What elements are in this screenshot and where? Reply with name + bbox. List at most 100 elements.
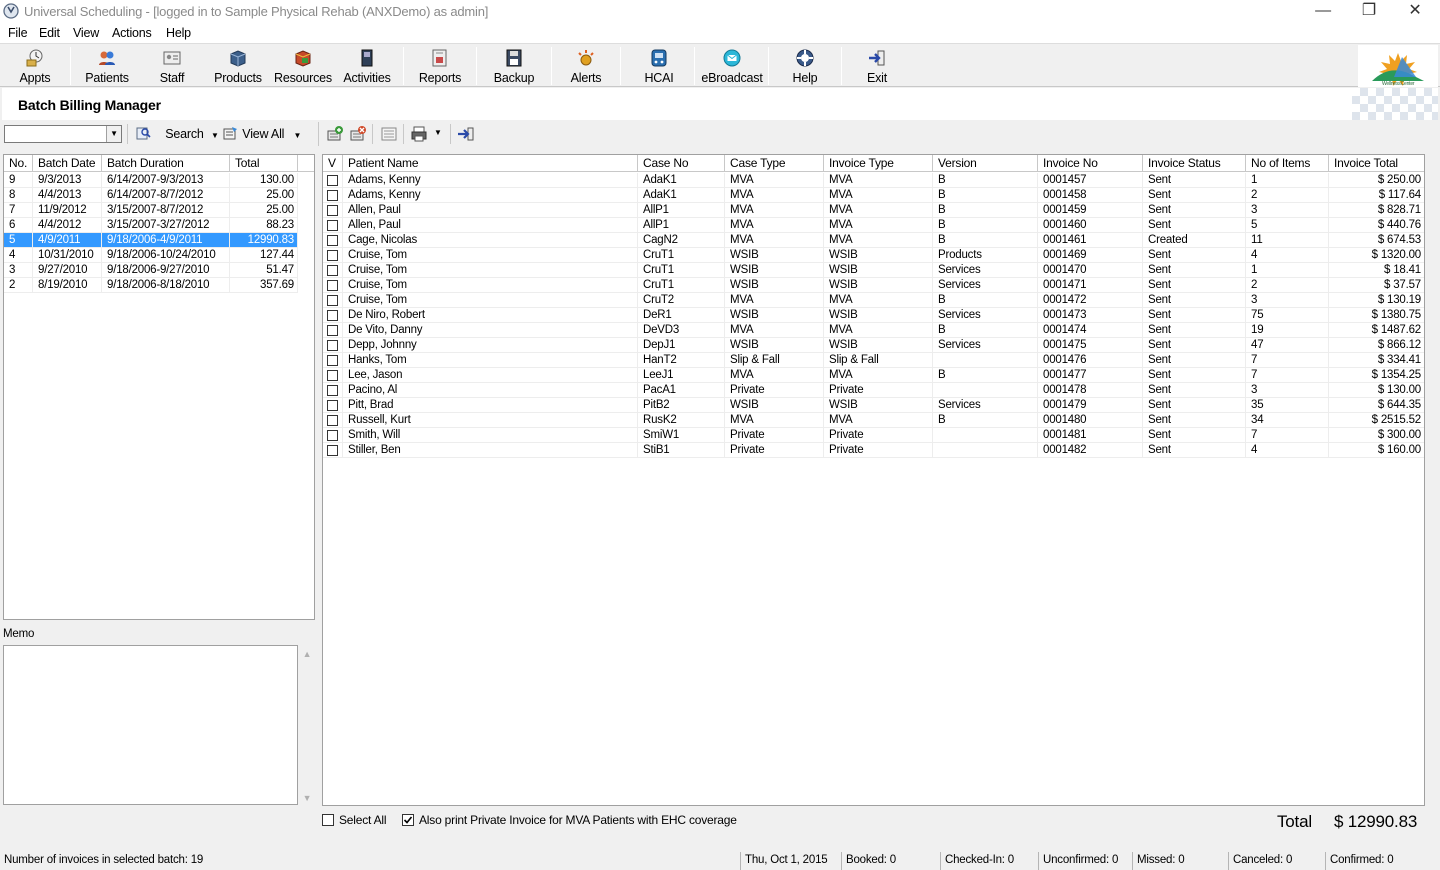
batch-row[interactable]: 84/4/20136/14/2007-8/7/201225.00 — [4, 188, 298, 203]
invoice-row[interactable]: Stiller, BenStiB1PrivatePrivate0001482Se… — [323, 443, 1425, 458]
row-checkbox[interactable] — [327, 370, 338, 381]
scroll-up-icon[interactable]: ▲ — [299, 649, 315, 659]
restore-button[interactable]: ❐ — [1346, 0, 1392, 24]
menu-actions[interactable]: Actions — [112, 26, 152, 40]
invoice-row[interactable]: Cruise, TomCruT1WSIBWSIBServices0001470S… — [323, 263, 1425, 278]
invoice-row[interactable]: Pitt, BradPitB2WSIBWSIBServices0001479Se… — [323, 398, 1425, 413]
alerts-button[interactable]: Alerts — [558, 46, 614, 86]
invoice-row[interactable]: Russell, KurtRusK2MVAMVAB0001480Sent34$ … — [323, 413, 1425, 428]
row-checkbox[interactable] — [327, 340, 338, 351]
column-header-batch-duration[interactable]: Batch Duration — [102, 155, 230, 172]
invoice-row[interactable]: Adams, KennyAdaK1MVAMVAB0001458Sent2$ 11… — [323, 188, 1425, 203]
select-all-box[interactable] — [322, 814, 334, 826]
print-button[interactable]: ▼ — [410, 125, 446, 143]
invoice-row[interactable]: Cruise, TomCruT2MVAMVAB0001472Sent3$ 130… — [323, 293, 1425, 308]
view-all-button[interactable]: View All ▼ — [223, 124, 301, 144]
batch-row[interactable]: 410/31/20109/18/2006-10/24/2010127.44 — [4, 248, 298, 263]
batch-add-icon[interactable] — [326, 125, 344, 143]
invoice-row[interactable]: De Vito, DannyDeVD3MVAMVAB0001474Sent19$… — [323, 323, 1425, 338]
row-checkbox[interactable] — [327, 325, 338, 336]
invoice-row[interactable]: Lee, JasonLeeJ1MVAMVAB0001477Sent7$ 1354… — [323, 368, 1425, 383]
row-checkbox[interactable] — [327, 355, 338, 366]
batch-cell: 6 — [4, 218, 33, 233]
column-header-invoice-status[interactable]: Invoice Status — [1143, 155, 1246, 172]
also-print-checkbox[interactable]: Also print Private Invoice for MVA Patie… — [402, 813, 737, 827]
row-checkbox[interactable] — [327, 415, 338, 426]
column-header-v[interactable]: V — [323, 155, 343, 172]
row-checkbox[interactable] — [327, 235, 338, 246]
row-checkbox[interactable] — [327, 250, 338, 261]
invoice-row[interactable]: Smith, WillSmiW1PrivatePrivate0001481Sen… — [323, 428, 1425, 443]
menu-view[interactable]: View — [73, 26, 99, 40]
exit-button[interactable]: Exit — [848, 46, 906, 86]
column-header-version[interactable]: Version — [933, 155, 1038, 172]
search-button[interactable]: Search ▼ — [136, 124, 219, 144]
column-header-no-of-items[interactable]: No of Items — [1246, 155, 1329, 172]
row-checkbox[interactable] — [327, 445, 338, 456]
column-header-patient-name[interactable]: Patient Name — [343, 155, 638, 172]
menu-edit[interactable]: Edit — [39, 26, 60, 40]
batch-row[interactable]: 28/19/20109/18/2006-8/18/2010357.69 — [4, 278, 298, 293]
batch-row[interactable]: 64/4/20123/15/2007-3/27/201288.23 — [4, 218, 298, 233]
scroll-down-icon[interactable]: ▼ — [299, 793, 315, 803]
invoice-row[interactable]: Cruise, TomCruT1WSIBWSIBServices0001471S… — [323, 278, 1425, 293]
row-checkbox[interactable] — [327, 190, 338, 201]
batch-row[interactable]: 39/27/20109/18/2006-9/27/201051.47 — [4, 263, 298, 278]
column-header-no[interactable]: No. — [4, 155, 33, 172]
invoice-row[interactable]: Cruise, TomCruT1WSIBWSIBProducts0001469S… — [323, 248, 1425, 263]
list-view-icon[interactable] — [380, 125, 398, 143]
row-checkbox[interactable] — [327, 400, 338, 411]
memo-field[interactable] — [3, 645, 298, 805]
column-header-batch-date[interactable]: Batch Date — [33, 155, 102, 172]
chevron-down-icon[interactable]: ▼ — [106, 126, 121, 142]
export-icon[interactable] — [457, 125, 475, 143]
batch-row[interactable]: 54/9/20119/18/2006-4/9/201112990.83 — [4, 233, 298, 248]
column-header-invoice-total[interactable]: Invoice Total — [1329, 155, 1425, 172]
products-button[interactable]: Products — [208, 46, 268, 86]
invoice-row[interactable]: Allen, PaulAllP1MVAMVAB0001460Sent5$ 440… — [323, 218, 1425, 233]
column-header-invoice-no[interactable]: Invoice No — [1038, 155, 1143, 172]
row-checkbox[interactable] — [327, 295, 338, 306]
menu-help[interactable]: Help — [166, 26, 191, 40]
row-checkbox[interactable] — [327, 205, 338, 216]
invoice-row[interactable]: Allen, PaulAllP1MVAMVAB0001459Sent3$ 828… — [323, 203, 1425, 218]
batch-delete-icon[interactable] — [349, 125, 367, 143]
invoice-row[interactable]: Adams, KennyAdaK1MVAMVAB0001457Sent1$ 25… — [323, 173, 1425, 188]
menu-file[interactable]: File — [8, 26, 27, 40]
row-checkbox[interactable] — [327, 430, 338, 441]
close-button[interactable]: ✕ — [1392, 0, 1438, 24]
invoice-row[interactable]: Hanks, TomHanT2Slip & FallSlip & Fall000… — [323, 353, 1425, 368]
also-print-box[interactable] — [402, 814, 414, 826]
invoice-row[interactable]: Pacino, AlPacA1PrivatePrivate0001478Sent… — [323, 383, 1425, 398]
backup-button[interactable]: Backup — [484, 46, 544, 86]
row-checkbox[interactable] — [327, 280, 338, 291]
column-header-case-type[interactable]: Case Type — [725, 155, 824, 172]
row-checkbox[interactable] — [327, 220, 338, 231]
reports-button[interactable]: Reports — [410, 46, 470, 86]
memo-scrollbar[interactable]: ▲ ▼ — [299, 645, 315, 805]
appts-button[interactable]: Appts — [4, 46, 66, 86]
row-checkbox[interactable] — [327, 385, 338, 396]
column-header-case-no[interactable]: Case No — [638, 155, 725, 172]
row-checkbox[interactable] — [327, 310, 338, 321]
hcai-button[interactable]: HCAI — [630, 46, 688, 86]
column-header-total[interactable]: Total — [230, 155, 298, 172]
resources-button[interactable]: Resources — [272, 46, 334, 86]
activities-button[interactable]: Activities — [338, 46, 396, 86]
invoice-row[interactable]: De Niro, RobertDeR1WSIBWSIBServices00014… — [323, 308, 1425, 323]
minimize-button[interactable]: — — [1300, 0, 1346, 24]
column-header-invoice-type[interactable]: Invoice Type — [824, 155, 933, 172]
invoice-row[interactable]: Depp, JohnnyDepJ1WSIBWSIBServices0001475… — [323, 338, 1425, 353]
invoice-cell: Sent — [1143, 383, 1246, 398]
batch-row[interactable]: 99/3/20136/14/2007-9/3/2013130.00 — [4, 173, 298, 188]
select-all-checkbox[interactable]: Select All — [322, 813, 386, 827]
ebroadcast-button[interactable]: eBroadcast — [700, 46, 764, 86]
patients-button[interactable]: Patients — [76, 46, 138, 86]
help-button[interactable]: Help — [776, 46, 834, 86]
row-checkbox[interactable] — [327, 265, 338, 276]
staff-button[interactable]: Staff — [142, 46, 202, 86]
row-checkbox[interactable] — [327, 175, 338, 186]
batch-row[interactable]: 711/9/20123/15/2007-8/7/201225.00 — [4, 203, 298, 218]
invoice-row[interactable]: Cage, NicolasCagN2MVAMVAB0001461Created1… — [323, 233, 1425, 248]
batch-filter-combo[interactable]: ▼ — [4, 125, 122, 143]
